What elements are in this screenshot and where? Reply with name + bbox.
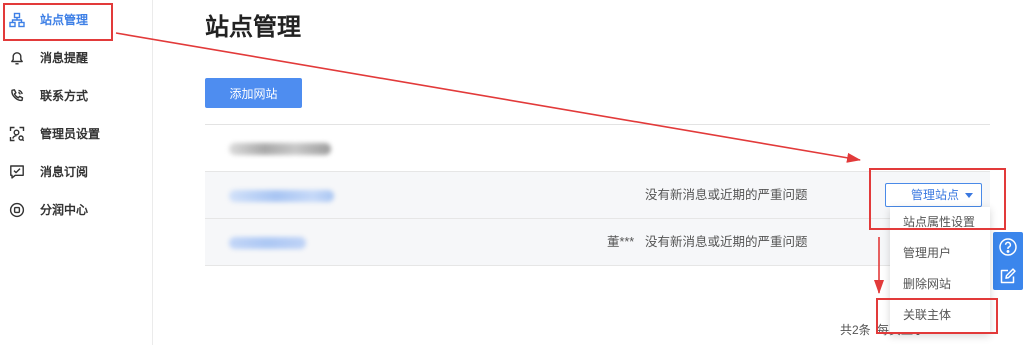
menu-item-site-properties[interactable]: 站点属性设置 bbox=[890, 207, 990, 238]
sidebar-item-notifications[interactable]: 消息提醒 bbox=[0, 39, 152, 77]
phone-icon bbox=[9, 88, 25, 104]
caret-down-icon bbox=[965, 193, 973, 198]
sidebar: 站点管理 消息提醒 联系方式 管理员设置 消息订阅 分润中心 bbox=[0, 0, 153, 345]
floating-toolbar bbox=[993, 232, 1023, 290]
sidebar-item-label: 消息订阅 bbox=[40, 165, 89, 179]
site-name-link[interactable] bbox=[229, 237, 306, 249]
menu-item-link-entity[interactable]: 关联主体 bbox=[890, 300, 990, 331]
site-row bbox=[205, 125, 990, 172]
sidebar-item-admin-settings[interactable]: 管理员设置 bbox=[0, 115, 152, 153]
manage-site-menu: 站点属性设置 管理用户 删除网站 关联主体 bbox=[890, 207, 990, 334]
sidebar-item-label: 站点管理 bbox=[40, 13, 89, 27]
add-site-button[interactable]: 添加网站 bbox=[205, 78, 302, 108]
menu-item-delete-site[interactable]: 删除网站 bbox=[890, 269, 990, 300]
menu-item-manage-users[interactable]: 管理用户 bbox=[890, 238, 990, 269]
site-owner: 董*** bbox=[607, 235, 635, 249]
site-row: 没有新消息或近期的严重问题 管理站点 bbox=[205, 172, 990, 219]
site-list: 没有新消息或近期的严重问题 管理站点 董*** 没有新消息或近期的严重问题 bbox=[205, 124, 990, 266]
site-row: 董*** 没有新消息或近期的严重问题 bbox=[205, 219, 990, 266]
sidebar-item-contact[interactable]: 联系方式 bbox=[0, 77, 152, 115]
admin-settings-icon bbox=[9, 126, 25, 142]
sidebar-item-site-management[interactable]: 站点管理 bbox=[0, 1, 152, 39]
sidebar-item-profit-center[interactable]: 分润中心 bbox=[0, 191, 152, 229]
sidebar-item-label: 消息提醒 bbox=[40, 51, 89, 65]
feedback-icon[interactable] bbox=[998, 266, 1018, 286]
sidebar-item-label: 联系方式 bbox=[40, 89, 89, 103]
page-title: 站点管理 bbox=[205, 14, 301, 41]
manage-site-dropdown-button[interactable]: 管理站点 bbox=[885, 183, 982, 207]
help-icon[interactable] bbox=[998, 237, 1018, 257]
sitemap-icon bbox=[9, 12, 25, 28]
sidebar-item-message-subscription[interactable]: 消息订阅 bbox=[0, 153, 152, 191]
site-name-link[interactable] bbox=[229, 190, 334, 202]
site-status-text: 没有新消息或近期的严重问题 bbox=[645, 235, 808, 249]
sidebar-item-label: 分润中心 bbox=[40, 203, 89, 217]
site-status-text: 没有新消息或近期的严重问题 bbox=[645, 188, 808, 202]
pagination-total: 共2条 bbox=[840, 323, 871, 337]
profit-share-icon bbox=[9, 202, 25, 218]
manage-site-label: 管理站点 bbox=[911, 188, 960, 202]
site-name-link[interactable] bbox=[229, 143, 331, 155]
message-subscribe-icon bbox=[9, 164, 25, 180]
sidebar-item-label: 管理员设置 bbox=[40, 127, 101, 141]
bell-icon bbox=[9, 50, 25, 66]
